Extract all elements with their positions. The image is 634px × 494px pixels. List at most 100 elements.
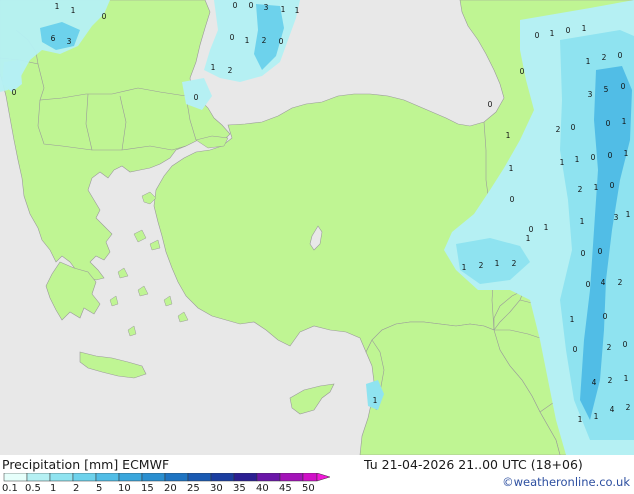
- legend-swatch: [302, 473, 318, 482]
- cell-value: 5: [604, 85, 609, 94]
- cell-value: 1: [462, 263, 467, 272]
- legend-colorbar: [3, 473, 331, 482]
- legend-swatch: [95, 473, 120, 482]
- cell-value: 0: [12, 88, 17, 97]
- legend-tick: 10: [118, 483, 131, 494]
- legend-swatch: [118, 473, 143, 482]
- legend-swatch: [164, 473, 189, 482]
- cell-value: 0: [230, 33, 235, 42]
- cell-value: 1: [622, 117, 627, 126]
- cell-value: 0: [566, 26, 571, 35]
- cell-value: 2: [618, 278, 623, 287]
- cell-value: 6: [51, 34, 56, 43]
- cell-value: 1: [550, 29, 555, 38]
- cell-value: 1: [594, 183, 599, 192]
- cell-value: 1: [211, 63, 216, 72]
- cell-value: 0: [535, 31, 540, 40]
- cell-value: 1: [594, 412, 599, 421]
- cell-value: 2: [602, 53, 607, 62]
- cell-value: 1: [578, 415, 583, 424]
- legend-swatch: [256, 473, 281, 482]
- legend-tick: 50: [302, 483, 315, 494]
- cell-value: 1: [624, 374, 629, 383]
- cell-value: 1: [570, 315, 575, 324]
- cell-value: 4: [601, 278, 606, 287]
- cell-value: 1: [624, 149, 629, 158]
- cell-value: 2: [556, 125, 561, 134]
- cell-value: 0: [586, 280, 591, 289]
- cell-value: 2: [578, 185, 583, 194]
- cell-value: 1: [586, 57, 591, 66]
- cell-value: 3: [67, 37, 72, 46]
- legend-tick: 1: [50, 483, 57, 494]
- cell-value: 0: [488, 100, 493, 109]
- cell-value: 1: [506, 131, 511, 140]
- cell-value: 0: [520, 67, 525, 76]
- cell-value: 2: [608, 376, 613, 385]
- cell-value: 0: [510, 195, 515, 204]
- cell-value: 4: [610, 405, 615, 414]
- cell-value: 2: [228, 66, 233, 75]
- cell-value: 3: [614, 213, 619, 222]
- legend-tick: 0.5: [25, 483, 41, 494]
- forecast-datetime: Tu 21-04-2026 21..00 UTC (18+06): [364, 457, 583, 472]
- cell-value: 2: [262, 36, 267, 45]
- legend-tick: 2: [73, 483, 80, 494]
- cell-value: 0: [591, 153, 596, 162]
- cell-value: 2: [512, 259, 517, 268]
- cell-value: 0: [581, 249, 586, 258]
- legend-swatch: [187, 473, 212, 482]
- cell-value: 1: [575, 155, 580, 164]
- cell-value: 1: [509, 164, 514, 173]
- precipitation-map: 1 1 0 0 0 3 1 1 6 3 0 1 2 0 1 2 0 0 0 1 …: [0, 0, 634, 455]
- cell-value: 1: [55, 2, 60, 11]
- product-title: Precipitation [mm] ECMWF: [2, 457, 170, 472]
- cell-value: 0: [573, 345, 578, 354]
- cell-value: 4: [592, 378, 597, 387]
- cell-value: 0: [623, 340, 628, 349]
- cell-value: 1: [580, 217, 585, 226]
- cell-value: 0: [618, 51, 623, 60]
- map-footer: Precipitation [mm] ECMWF Tu 21-04-2026 2…: [0, 455, 634, 494]
- cell-value: 0: [571, 123, 576, 132]
- legend-tick: 15: [141, 483, 154, 494]
- credit-link[interactable]: ©weatheronline.co.uk: [502, 475, 630, 489]
- legend-tick: 5: [96, 483, 103, 494]
- cell-value: 1: [373, 396, 378, 405]
- cell-value: 0: [279, 37, 284, 46]
- legend-swatch: [279, 473, 304, 482]
- legend-arrow: [316, 473, 331, 482]
- cell-value: 0: [603, 312, 608, 321]
- legend-swatch: [141, 473, 166, 482]
- cell-value: 0: [102, 12, 107, 21]
- cell-value: 1: [245, 36, 250, 45]
- legend-tick: 20: [164, 483, 177, 494]
- cell-value: 1: [281, 5, 286, 14]
- legend-tick: 0.1: [2, 483, 18, 494]
- legend-swatch: [233, 473, 258, 482]
- legend-swatch: [72, 473, 97, 482]
- legend-swatch: [26, 473, 51, 482]
- cell-value: 2: [626, 403, 631, 412]
- legend-tick: 35: [233, 483, 246, 494]
- cell-value: 1: [560, 158, 565, 167]
- cell-value: 3: [264, 3, 269, 12]
- cell-value: 1: [626, 210, 631, 219]
- legend-swatch: [3, 473, 28, 482]
- cell-value: 1: [526, 234, 531, 243]
- cell-value: 0: [598, 247, 603, 256]
- legend-swatch: [210, 473, 235, 482]
- cell-value: 1: [71, 6, 76, 15]
- legend-tick: 30: [210, 483, 223, 494]
- cell-value: 0: [621, 82, 626, 91]
- legend-tick: 25: [187, 483, 200, 494]
- cell-value: 0: [194, 93, 199, 102]
- legend-tick: 45: [279, 483, 292, 494]
- cell-value: 0: [610, 181, 615, 190]
- legend-swatch: [49, 473, 74, 482]
- cell-value: 0: [249, 1, 254, 10]
- cell-value: 1: [582, 24, 587, 33]
- legend-tick: 40: [256, 483, 269, 494]
- cell-value: 0: [233, 1, 238, 10]
- cell-value: 3: [588, 90, 593, 99]
